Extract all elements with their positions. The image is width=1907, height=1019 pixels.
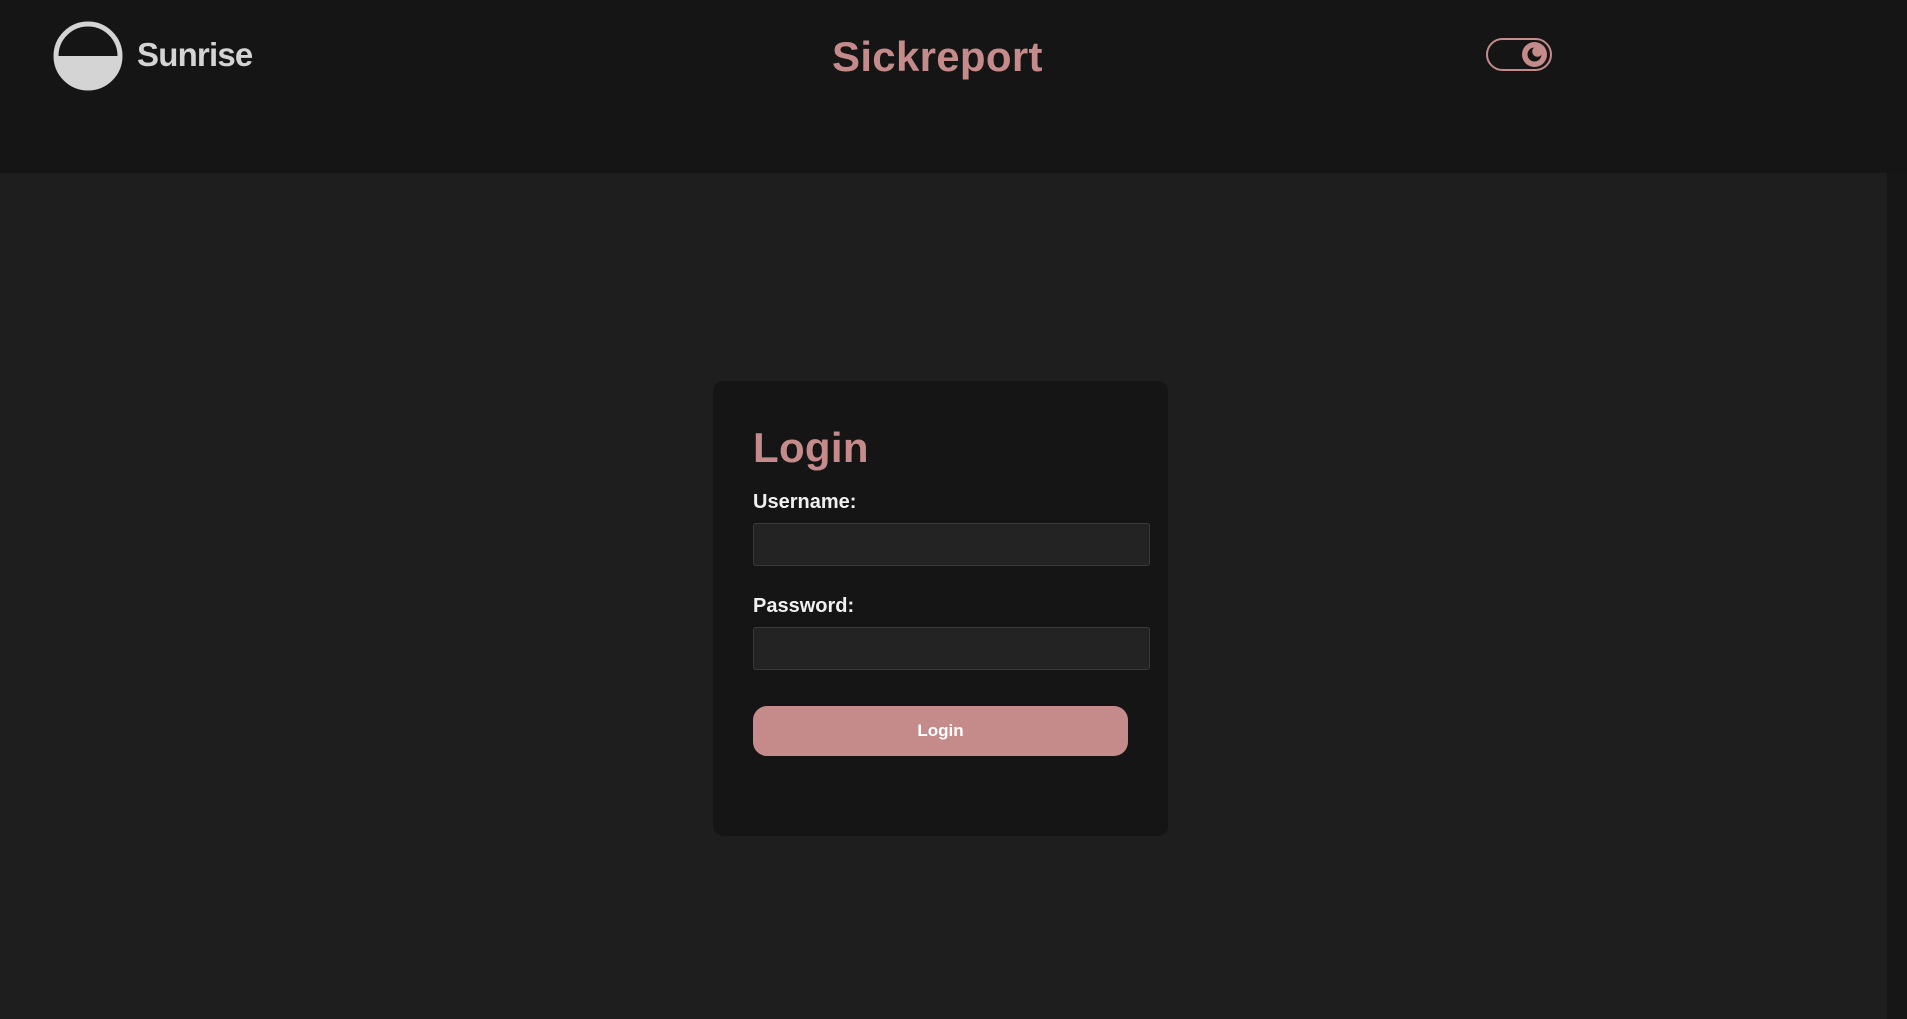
site-header: Sunrise Sickreport [0, 0, 1907, 173]
username-label: Username: [753, 491, 857, 513]
username-input[interactable] [753, 523, 1150, 566]
page: Sunrise Sickreport Login Username: Passw… [0, 0, 1907, 1019]
password-input[interactable] [753, 627, 1150, 670]
login-heading: Login [753, 424, 869, 471]
sunrise-logo-link[interactable]: Sunrise [53, 21, 253, 91]
sunrise-logo-icon [53, 21, 123, 91]
moon-icon [1527, 46, 1543, 62]
page-title: Sickreport [832, 33, 1043, 80]
login-card: Login Username: Password: Login [713, 381, 1168, 836]
theme-toggle-knob[interactable] [1522, 42, 1547, 67]
theme-toggle[interactable] [1486, 38, 1552, 71]
login-button[interactable]: Login [753, 706, 1128, 756]
password-label: Password: [753, 595, 855, 617]
logo-text: Sunrise [137, 36, 253, 73]
